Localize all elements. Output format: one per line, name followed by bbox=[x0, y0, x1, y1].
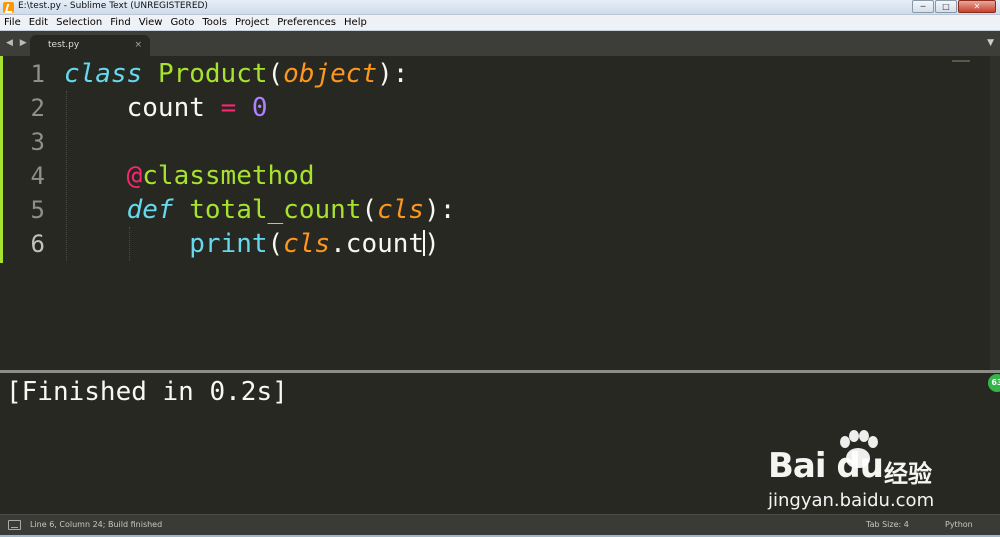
menu-bar: File Edit Selection Find View Goto Tools… bbox=[0, 15, 1000, 31]
title-bar: E:\test.py - Sublime Text (UNREGISTERED)… bbox=[0, 0, 1000, 15]
tab-close-icon[interactable]: × bbox=[134, 40, 142, 50]
tab-test-py[interactable]: test.py × bbox=[30, 35, 150, 56]
window-controls: ─ □ ✕ bbox=[912, 0, 996, 13]
status-message: Line 6, Column 24; Build finished bbox=[30, 520, 163, 529]
keyword: class bbox=[64, 59, 143, 89]
code-text: print(cls.count) bbox=[64, 227, 440, 261]
line-number: 2 bbox=[30, 94, 45, 122]
menu-help[interactable]: Help bbox=[344, 17, 367, 28]
decorator-at: @ bbox=[126, 161, 143, 191]
keyword: def bbox=[126, 195, 174, 225]
baidu-jingyan-watermark: Bai du 经验 jingyan.baidu.com bbox=[768, 430, 968, 514]
maximize-button[interactable]: □ bbox=[935, 0, 957, 13]
code-text: class Product(object): bbox=[64, 57, 408, 91]
menu-project[interactable]: Project bbox=[235, 17, 269, 28]
sublime-app-icon bbox=[3, 2, 14, 13]
watermark-url: jingyan.baidu.com bbox=[768, 490, 935, 511]
indent-guide bbox=[66, 91, 67, 261]
menu-preferences[interactable]: Preferences bbox=[277, 17, 336, 28]
code-line[interactable]: 2 count = 0 bbox=[0, 91, 990, 125]
watermark-brand: Bai du bbox=[768, 446, 884, 486]
indent-guide bbox=[129, 227, 130, 261]
editor-scrollbar[interactable] bbox=[990, 56, 1000, 370]
tab-bar: ◀ ▶ test.py × ▼ bbox=[0, 31, 1000, 56]
tab-label: test.py bbox=[48, 40, 80, 50]
tab-nav-arrows-icon[interactable]: ◀ ▶ bbox=[6, 38, 29, 48]
punctuation: ( bbox=[267, 59, 284, 89]
menu-file[interactable]: File bbox=[4, 17, 21, 28]
operator: = bbox=[220, 93, 237, 123]
parameter: cls bbox=[377, 195, 425, 225]
window-title: E:\test.py - Sublime Text (UNREGISTERED) bbox=[18, 1, 208, 11]
line-number: 4 bbox=[30, 162, 45, 190]
menu-view[interactable]: View bbox=[139, 17, 163, 28]
line-number: 6 bbox=[30, 230, 45, 258]
code-editor[interactable]: 1 class Product(object): 2 count = 0 3 4… bbox=[0, 56, 1000, 370]
syntax-indicator[interactable]: Python bbox=[945, 520, 973, 529]
line-number: 1 bbox=[30, 60, 45, 88]
punctuation: ) bbox=[424, 229, 440, 259]
minimap-content bbox=[952, 60, 970, 62]
notification-badge[interactable]: 63 bbox=[988, 374, 1000, 392]
panel-toggle-icon[interactable] bbox=[8, 520, 21, 530]
status-bar: Line 6, Column 24; Build finished Tab Si… bbox=[0, 514, 1000, 535]
tab-menu-chevron-icon[interactable]: ▼ bbox=[987, 38, 994, 48]
build-output-text: [Finished in 0.2s] bbox=[6, 377, 288, 407]
decorator-name: classmethod bbox=[142, 161, 315, 191]
punctuation: ): bbox=[377, 59, 409, 89]
menu-find[interactable]: Find bbox=[110, 17, 131, 28]
code-line[interactable]: 5 def total_count(cls): bbox=[0, 193, 990, 227]
punctuation: ( bbox=[267, 229, 284, 259]
punctuation: ( bbox=[361, 195, 378, 225]
code-line[interactable]: 3 bbox=[0, 125, 990, 159]
base-class: object bbox=[283, 59, 378, 89]
tab-size-indicator[interactable]: Tab Size: 4 bbox=[866, 520, 909, 529]
attribute-access: .count bbox=[330, 229, 425, 259]
menu-edit[interactable]: Edit bbox=[29, 17, 48, 28]
menu-selection[interactable]: Selection bbox=[56, 17, 102, 28]
minimize-button[interactable]: ─ bbox=[912, 0, 934, 13]
code-text: def total_count(cls): bbox=[64, 193, 456, 227]
menu-tools[interactable]: Tools bbox=[202, 17, 227, 28]
code-line[interactable]: 1 class Product(object): bbox=[0, 57, 990, 91]
function-name: total_count bbox=[189, 195, 362, 225]
parameter: cls bbox=[283, 229, 331, 259]
menu-goto[interactable]: Goto bbox=[170, 17, 194, 28]
line-number: 3 bbox=[30, 128, 45, 156]
code-line[interactable]: 4 @classmethod bbox=[0, 159, 990, 193]
builtin-function: print bbox=[189, 229, 268, 259]
line-number: 5 bbox=[30, 196, 45, 224]
close-button[interactable]: ✕ bbox=[958, 0, 996, 13]
identifier: count bbox=[126, 93, 205, 123]
code-text: @classmethod bbox=[64, 159, 315, 193]
code-line-current[interactable]: 6 print(cls.count) bbox=[0, 227, 990, 261]
code-text: count = 0 bbox=[64, 91, 268, 125]
class-name: Product bbox=[157, 59, 268, 89]
watermark-cn: 经验 bbox=[884, 460, 932, 488]
number: 0 bbox=[251, 93, 268, 123]
punctuation: ): bbox=[424, 195, 456, 225]
